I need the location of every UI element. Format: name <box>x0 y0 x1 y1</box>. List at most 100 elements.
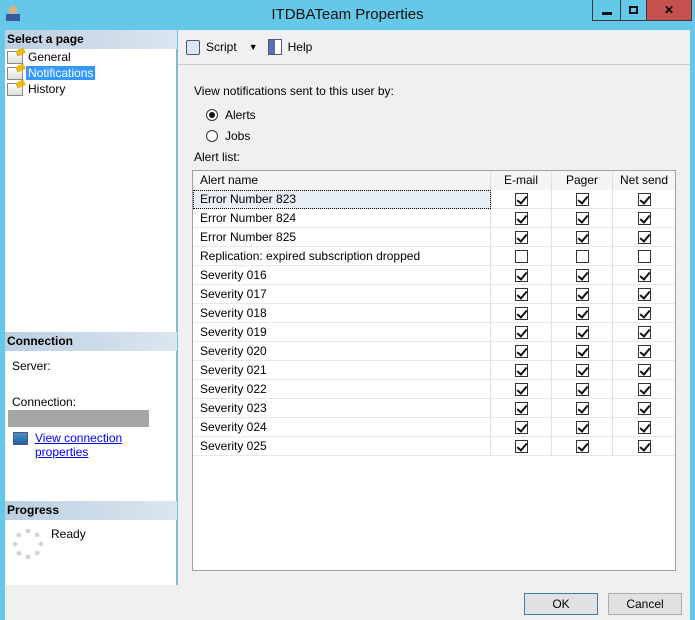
net-send-checkbox[interactable] <box>637 212 651 225</box>
net-send-checkbox[interactable] <box>637 440 651 453</box>
table-row[interactable]: Error Number 825 <box>193 228 675 247</box>
script-dropdown-chevron-icon[interactable]: ▼ <box>249 42 258 52</box>
net-send-checkbox[interactable] <box>637 288 651 301</box>
view-connection-properties-link[interactable]: View connection properties <box>35 431 176 459</box>
minimize-button[interactable] <box>592 0 621 21</box>
email-checkbox[interactable] <box>514 440 528 453</box>
net-send-checkbox[interactable] <box>637 193 651 206</box>
cancel-button[interactable]: Cancel <box>608 593 682 615</box>
table-row[interactable]: Severity 021 <box>193 361 675 380</box>
table-row[interactable]: Severity 016 <box>193 266 675 285</box>
sidebar-item-label: Notifications <box>26 66 96 80</box>
email-checkbox[interactable] <box>514 421 528 434</box>
alert-name[interactable]: Severity 022 <box>193 380 491 399</box>
pager-checkbox[interactable] <box>575 383 589 396</box>
sidebar-item-general[interactable]: General <box>7 49 73 65</box>
help-button[interactable]: Help <box>288 40 313 54</box>
radio-alerts-button[interactable] <box>206 109 218 121</box>
pager-checkbox[interactable] <box>575 402 589 415</box>
net-send-checkbox[interactable] <box>637 231 651 244</box>
col-header-email[interactable]: E-mail <box>491 171 552 190</box>
pager-checkbox[interactable] <box>575 231 589 244</box>
email-checkbox[interactable] <box>514 193 528 206</box>
email-checkbox[interactable] <box>514 326 528 339</box>
email-checkbox[interactable] <box>514 288 528 301</box>
pager-checkbox[interactable] <box>575 193 589 206</box>
net-send-checkbox[interactable] <box>637 364 651 377</box>
alert-name[interactable]: Severity 016 <box>193 266 491 285</box>
email-checkbox[interactable] <box>514 269 528 282</box>
pager-checkbox[interactable] <box>575 288 589 301</box>
pager-checkbox[interactable] <box>575 307 589 320</box>
col-header-alert-name[interactable]: Alert name <box>193 171 491 190</box>
table-row[interactable]: Replication: expired subscription droppe… <box>193 247 675 266</box>
alert-name[interactable]: Severity 017 <box>193 285 491 304</box>
pager-checkbox[interactable] <box>575 212 589 225</box>
script-button[interactable]: Script <box>206 40 237 54</box>
pager-cell <box>552 323 613 342</box>
alert-name[interactable]: Severity 019 <box>193 323 491 342</box>
table-row[interactable]: Severity 024 <box>193 418 675 437</box>
alert-name[interactable]: Severity 025 <box>193 437 491 456</box>
net-send-cell <box>613 228 675 247</box>
email-cell <box>491 304 552 323</box>
table-row[interactable]: Severity 017 <box>193 285 675 304</box>
net-send-checkbox[interactable] <box>637 250 651 263</box>
pager-cell <box>552 342 613 361</box>
close-button[interactable]: ✕ <box>646 0 692 21</box>
net-send-checkbox[interactable] <box>637 326 651 339</box>
alert-name[interactable]: Error Number 825 <box>193 228 491 247</box>
pager-checkbox[interactable] <box>575 326 589 339</box>
col-header-pager[interactable]: Pager <box>552 171 613 190</box>
table-row[interactable]: Error Number 824 <box>193 209 675 228</box>
sidebar-item-history[interactable]: History <box>7 81 67 97</box>
email-checkbox[interactable] <box>514 212 528 225</box>
table-row[interactable]: Severity 022 <box>193 380 675 399</box>
alert-name[interactable]: Severity 023 <box>193 399 491 418</box>
pager-checkbox[interactable] <box>575 421 589 434</box>
email-checkbox[interactable] <box>514 345 528 358</box>
table-row[interactable]: Severity 023 <box>193 399 675 418</box>
pager-checkbox[interactable] <box>575 364 589 377</box>
pager-checkbox[interactable] <box>575 345 589 358</box>
table-row[interactable]: Severity 019 <box>193 323 675 342</box>
sidebar-item-notifications[interactable]: Notifications <box>7 65 96 81</box>
net-send-checkbox[interactable] <box>637 402 651 415</box>
table-row[interactable]: Severity 025 <box>193 437 675 456</box>
net-send-checkbox[interactable] <box>637 307 651 320</box>
pager-checkbox[interactable] <box>575 440 589 453</box>
col-header-net-send[interactable]: Net send <box>613 171 675 190</box>
maximize-button[interactable] <box>620 0 647 21</box>
net-send-checkbox[interactable] <box>637 269 651 282</box>
connection-value <box>8 410 149 427</box>
email-checkbox[interactable] <box>514 250 528 263</box>
radio-alerts[interactable]: Alerts <box>206 108 256 122</box>
email-cell <box>491 418 552 437</box>
pager-cell <box>552 304 613 323</box>
radio-jobs[interactable]: Jobs <box>206 129 250 143</box>
alert-name[interactable]: Severity 018 <box>193 304 491 323</box>
email-checkbox[interactable] <box>514 402 528 415</box>
connection-header: Connection <box>5 332 177 351</box>
notify-label: View notifications sent to this user by: <box>194 84 394 98</box>
email-checkbox[interactable] <box>514 231 528 244</box>
net-send-checkbox[interactable] <box>637 421 651 434</box>
email-checkbox[interactable] <box>514 307 528 320</box>
alert-name[interactable]: Severity 021 <box>193 361 491 380</box>
email-checkbox[interactable] <box>514 364 528 377</box>
net-send-checkbox[interactable] <box>637 383 651 396</box>
pager-checkbox[interactable] <box>575 269 589 282</box>
email-checkbox[interactable] <box>514 383 528 396</box>
table-row[interactable]: Severity 018 <box>193 304 675 323</box>
radio-jobs-button[interactable] <box>206 130 218 142</box>
table-row[interactable]: Error Number 823 <box>193 190 675 209</box>
alert-name[interactable]: Severity 024 <box>193 418 491 437</box>
alert-name[interactable]: Replication: expired subscription droppe… <box>193 247 491 266</box>
alert-name[interactable]: Error Number 823 <box>193 190 491 209</box>
pager-checkbox[interactable] <box>575 250 589 263</box>
ok-button[interactable]: OK <box>524 593 598 615</box>
alert-name[interactable]: Severity 020 <box>193 342 491 361</box>
table-row[interactable]: Severity 020 <box>193 342 675 361</box>
net-send-checkbox[interactable] <box>637 345 651 358</box>
alert-name[interactable]: Error Number 824 <box>193 209 491 228</box>
